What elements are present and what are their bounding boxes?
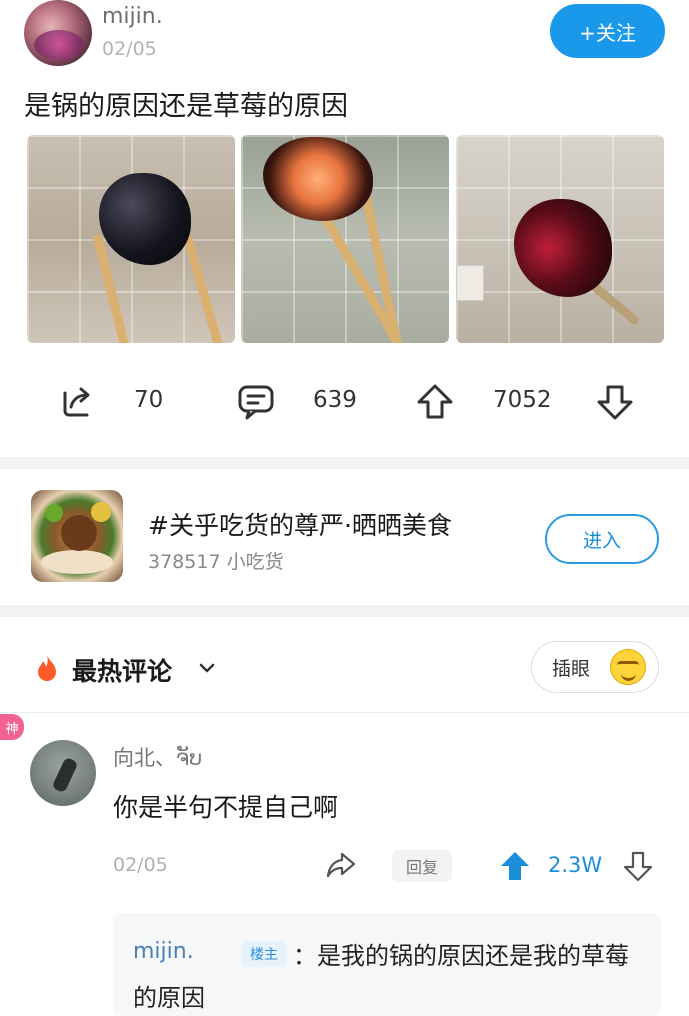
reply-button[interactable]: 回复 — [392, 850, 452, 882]
post-image-2[interactable] — [241, 135, 449, 343]
share-count: 70 — [134, 387, 164, 413]
section-divider — [0, 605, 689, 617]
post-title: 是锅的原因还是草莓的原因 — [24, 91, 348, 122]
sub-reply-text: ：是我的锅的原因还是我的草莓的原因 — [133, 942, 629, 1012]
sub-reply-box[interactable]: ：是我的锅的原因还是我的草莓的原因 mijin. 楼主 — [113, 913, 661, 1016]
upvote-filled-icon[interactable] — [500, 850, 530, 882]
post-image-3[interactable] — [456, 135, 664, 343]
section-divider — [0, 457, 689, 469]
sub-reply-username[interactable]: mijin. — [133, 939, 194, 964]
topic-member-count: 378517 小吃货 — [148, 551, 284, 573]
hot-comments-title[interactable]: 最热评论 — [72, 652, 172, 688]
commenter-username[interactable]: 向北、ຈັບ — [113, 742, 202, 772]
post-date: 02/05 — [102, 38, 157, 60]
fire-icon — [38, 655, 56, 681]
divider-line — [0, 712, 689, 713]
hot-comments-header: 最热评论 插眼 — [0, 620, 689, 710]
comment-count: 639 — [313, 387, 357, 413]
downvote-icon[interactable] — [623, 850, 653, 882]
share-arrow-icon[interactable] — [326, 850, 356, 880]
post-card: mijin. 02/05 +关注 是锅的原因还是草莓的原因 70 639 705… — [0, 0, 689, 455]
god-comment-badge: 神 — [0, 714, 24, 740]
post-image-1[interactable] — [27, 135, 235, 343]
upvote-count: 7052 — [493, 387, 552, 413]
comment-vote-count: 2.3W — [548, 853, 603, 877]
author-username[interactable]: mijin. — [102, 4, 163, 29]
commenter-avatar[interactable] — [30, 740, 96, 806]
post-actions-bar: 70 639 7052 — [0, 375, 689, 429]
comment-icon[interactable] — [237, 383, 275, 421]
upvote-icon[interactable] — [416, 383, 454, 421]
bookmark-button[interactable]: 插眼 — [531, 641, 659, 693]
downvote-icon[interactable] — [596, 383, 634, 421]
author-avatar[interactable] — [24, 0, 92, 66]
topic-thumbnail — [31, 490, 123, 582]
topic-title: #关乎吃货的尊严·晒晒美食 — [148, 511, 452, 540]
topic-card[interactable]: #关乎吃货的尊严·晒晒美食 378517 小吃货 进入 — [0, 470, 689, 600]
smiley-icon — [610, 649, 646, 685]
follow-button[interactable]: +关注 — [550, 4, 665, 58]
bookmark-label: 插眼 — [552, 657, 591, 680]
share-icon[interactable] — [57, 383, 95, 421]
enter-topic-button[interactable]: 进入 — [545, 514, 659, 564]
chevron-down-icon[interactable] — [197, 658, 217, 678]
comment-date: 02/05 — [113, 854, 168, 876]
op-badge: 楼主 — [241, 941, 287, 967]
comment-text: 你是半句不提自己啊 — [113, 793, 339, 822]
